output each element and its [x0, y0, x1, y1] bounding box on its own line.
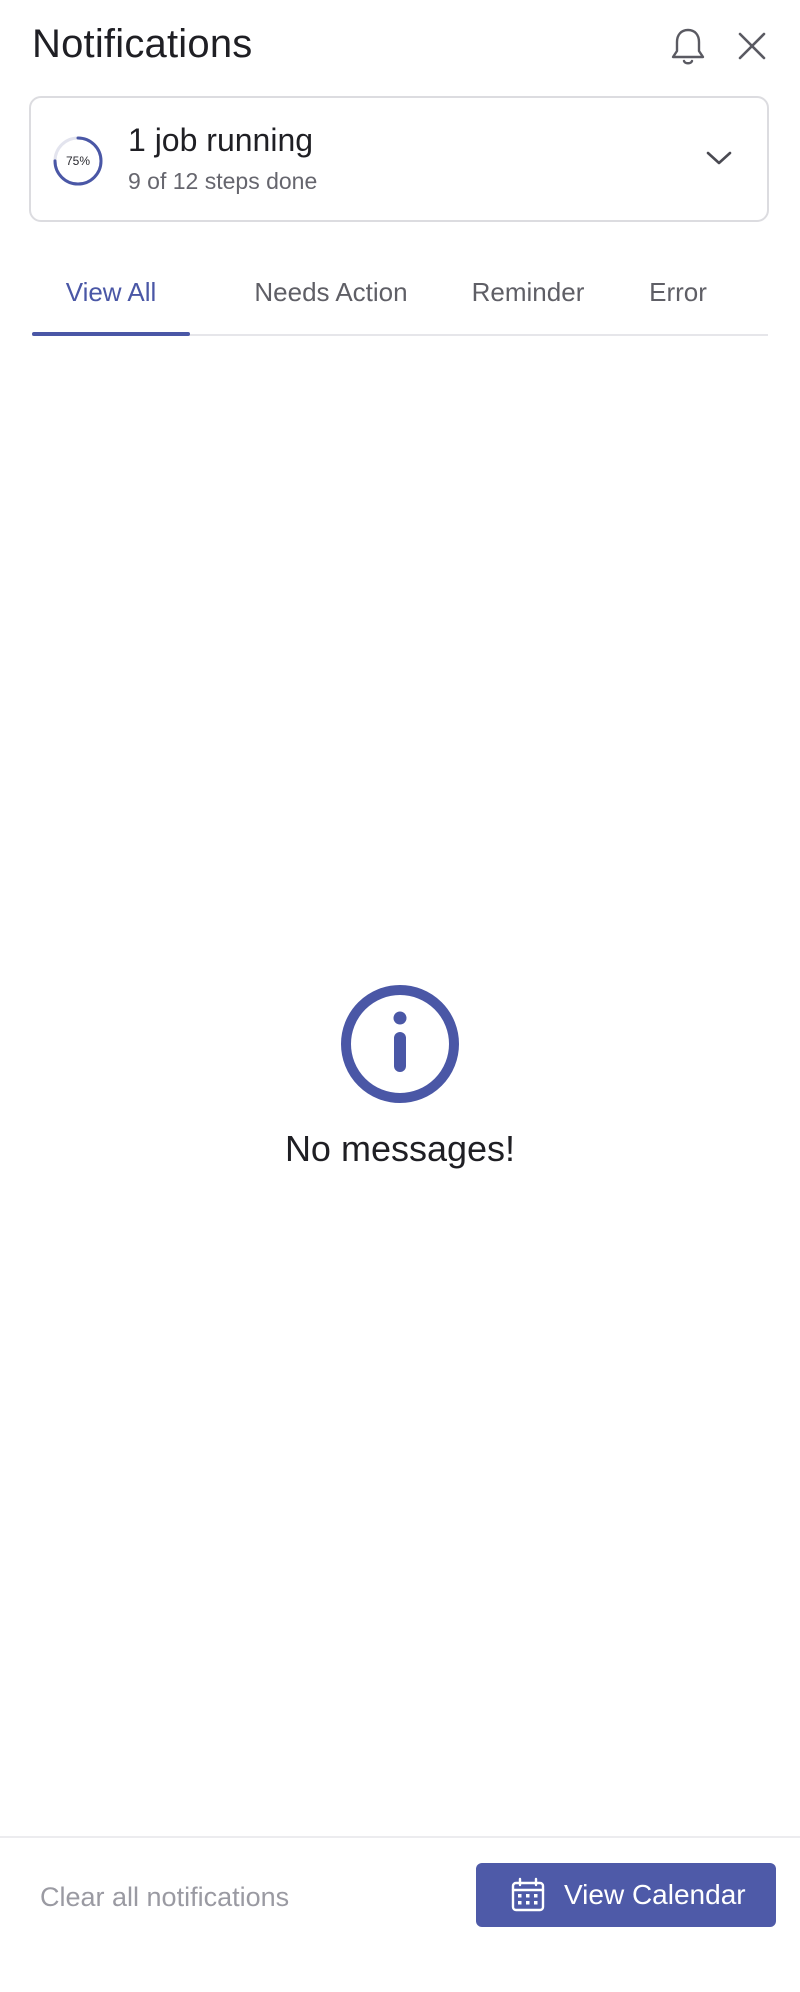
job-status-card[interactable]: 75% 1 job running 9 of 12 steps done [29, 96, 769, 222]
tab-error[interactable]: Error [610, 250, 746, 334]
page-title: Notifications [32, 22, 253, 66]
calendar-icon [511, 1877, 545, 1912]
tab-view-all[interactable]: View All [32, 250, 190, 336]
job-steps-summary: 9 of 12 steps done [128, 168, 318, 194]
job-title: 1 job running [128, 122, 314, 158]
panel-header: Notifications [0, 0, 800, 96]
tab-reminder[interactable]: Reminder [446, 250, 610, 334]
notifications-panel: Notifications 75% 1 job running 9 of 12 … [0, 0, 800, 1992]
panel-footer: Clear all notifications View Calendar [0, 1836, 800, 1992]
notification-tabs: View All Needs Action Reminder Error [32, 250, 768, 336]
info-icon [341, 985, 459, 1103]
bell-icon[interactable] [666, 24, 710, 68]
close-icon[interactable] [730, 24, 774, 68]
view-calendar-button[interactable]: View Calendar [476, 1863, 776, 1927]
empty-state-message: No messages! [284, 1128, 516, 1169]
empty-state: No messages! [0, 984, 800, 1184]
view-calendar-label: View Calendar [564, 1879, 746, 1910]
progress-percent-label: 75% [65, 154, 91, 168]
tab-needs-action[interactable]: Needs Action [222, 250, 440, 334]
clear-all-notifications-button[interactable]: Clear all notifications [40, 1882, 289, 1913]
chevron-down-icon[interactable] [699, 138, 739, 178]
